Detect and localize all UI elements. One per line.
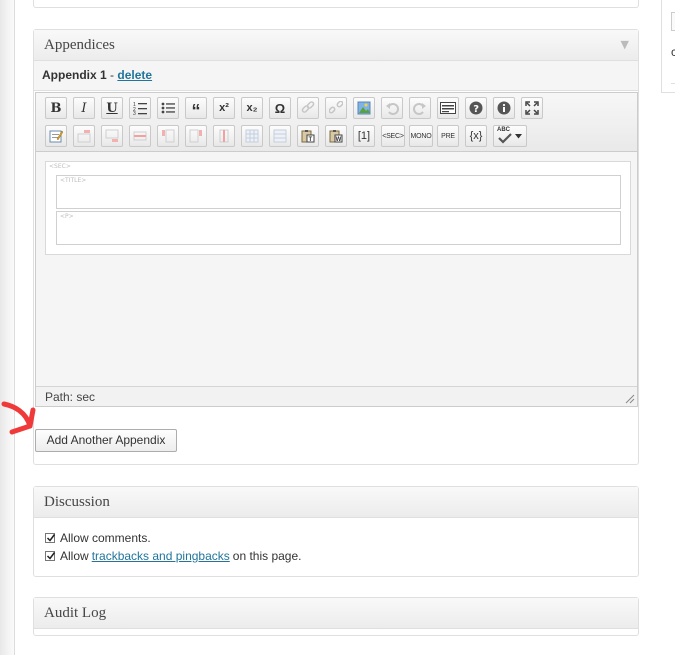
kitchen-sink-icon[interactable] <box>437 97 459 119</box>
svg-text:W: W <box>336 137 342 143</box>
sidebar-box-partial: c <box>661 0 675 93</box>
table-insert-col-after-icon[interactable] <box>185 125 207 147</box>
appendix-item-header: Appendix 1 - delete <box>34 61 638 91</box>
allow-comments-row: Allow comments. <box>45 530 151 546</box>
path-text: Path: sec <box>45 390 96 404</box>
unlink-icon[interactable] <box>325 97 347 119</box>
special-character-button[interactable]: Ω <box>269 97 291 119</box>
discussion-title: Discussion <box>44 494 110 510</box>
underline-button[interactable]: U <box>101 97 123 119</box>
redo-icon[interactable] <box>409 97 431 119</box>
appendix-label: Appendix 1 <box>42 68 107 82</box>
p-tag-label: <P> <box>60 213 74 220</box>
svg-text:?: ? <box>473 104 479 115</box>
paragraph-block[interactable]: <P> <box>56 211 621 245</box>
add-another-appendix-button[interactable]: Add Another Appendix <box>35 429 177 452</box>
table-insert-row-before-icon[interactable] <box>73 125 95 147</box>
discussion-header[interactable]: Discussion <box>34 487 638 518</box>
resize-handle-icon[interactable] <box>625 394 635 404</box>
spellcheck-button[interactable]: ABC <box>493 125 527 147</box>
triangle-down-icon[interactable]: ▼ <box>621 30 629 60</box>
appendices-header[interactable]: Appendices ▼ <box>34 30 638 61</box>
appendices-title: Appendices <box>44 37 115 53</box>
sec-tag-label: <SEC> <box>49 163 71 170</box>
editor-content-area[interactable]: <SEC> <TITLE> <P> <box>36 152 637 386</box>
title-tag-label: <TITLE> <box>60 177 87 184</box>
undo-icon[interactable] <box>381 97 403 119</box>
paste-text-icon[interactable]: T <box>297 125 319 147</box>
edit-attributes-icon[interactable] <box>45 125 67 147</box>
mono-button[interactable]: MONO <box>409 125 433 147</box>
subscript-button[interactable]: x₂ <box>241 97 263 119</box>
annotation-arrow-icon <box>1 401 36 435</box>
sec-block: <SEC> <TITLE> <P> <box>45 161 631 255</box>
table-insert-col-before-icon[interactable] <box>157 125 179 147</box>
chevron-down-icon <box>515 133 522 138</box>
bold-button[interactable]: B <box>45 97 67 119</box>
delete-link[interactable]: delete <box>117 68 152 82</box>
admin-menu-edge <box>0 0 15 655</box>
table-delete-col-icon[interactable] <box>213 125 235 147</box>
trackbacks-pingbacks-link[interactable]: trackbacks and pingbacks <box>92 549 230 563</box>
footnote-button[interactable]: [1] <box>353 125 375 147</box>
editor-toolbar: B I U 123 “ x² x₂ Ω ? T W [1] <SEC> MONO… <box>36 93 637 152</box>
table-merge-cells-icon[interactable] <box>269 125 291 147</box>
fullscreen-icon[interactable] <box>521 97 543 119</box>
allow-trackbacks-checkbox[interactable] <box>45 551 56 561</box>
allow-comments-checkbox[interactable] <box>45 533 56 543</box>
audit-log-header[interactable]: Audit Log <box>34 598 638 629</box>
link-icon[interactable] <box>297 97 319 119</box>
italic-button[interactable]: I <box>73 97 95 119</box>
table-delete-row-icon[interactable] <box>129 125 151 147</box>
check-icon <box>46 534 56 542</box>
sec-button[interactable]: <SEC> <box>381 125 405 147</box>
allow-comments-label: Allow comments. <box>60 531 151 545</box>
help-icon[interactable]: ? <box>465 97 487 119</box>
table-insert-row-after-icon[interactable] <box>101 125 123 147</box>
superscript-button[interactable]: x² <box>213 97 235 119</box>
sidebar-text-partial: c <box>671 45 675 59</box>
paste-word-icon[interactable]: W <box>325 125 347 147</box>
insert-image-icon[interactable] <box>353 97 375 119</box>
svg-text:T: T <box>309 137 313 143</box>
unordered-list-icon[interactable] <box>157 97 179 119</box>
table-split-cells-icon[interactable] <box>241 125 263 147</box>
check-icon <box>46 552 56 560</box>
pre-button[interactable]: PRE <box>437 125 459 147</box>
svg-text:3: 3 <box>133 111 136 115</box>
allow-trackbacks-row: Allow trackbacks and pingbacks on this p… <box>45 548 301 564</box>
variable-button[interactable]: {x} <box>465 125 487 147</box>
audit-log-title: Audit Log <box>44 605 107 621</box>
previous-postbox-bottom <box>33 0 639 8</box>
blockquote-button[interactable]: “ <box>185 97 207 121</box>
ordered-list-icon[interactable]: 123 <box>129 97 151 119</box>
discussion-postbox: Discussion Allow comments. Allow trackba… <box>33 486 639 577</box>
title-block[interactable]: <TITLE> <box>56 175 621 209</box>
appendices-postbox: Appendices ▼ Appendix 1 - delete B I U 1… <box>33 29 639 465</box>
editor-path-bar: Path: sec <box>36 386 637 406</box>
sidebar-input-partial[interactable] <box>671 12 675 31</box>
info-icon[interactable] <box>493 97 515 119</box>
audit-log-postbox: Audit Log <box>33 597 639 636</box>
checkmark-icon <box>498 133 512 144</box>
rich-text-editor: B I U 123 “ x² x₂ Ω ? T W [1] <SEC> MONO… <box>35 92 638 407</box>
